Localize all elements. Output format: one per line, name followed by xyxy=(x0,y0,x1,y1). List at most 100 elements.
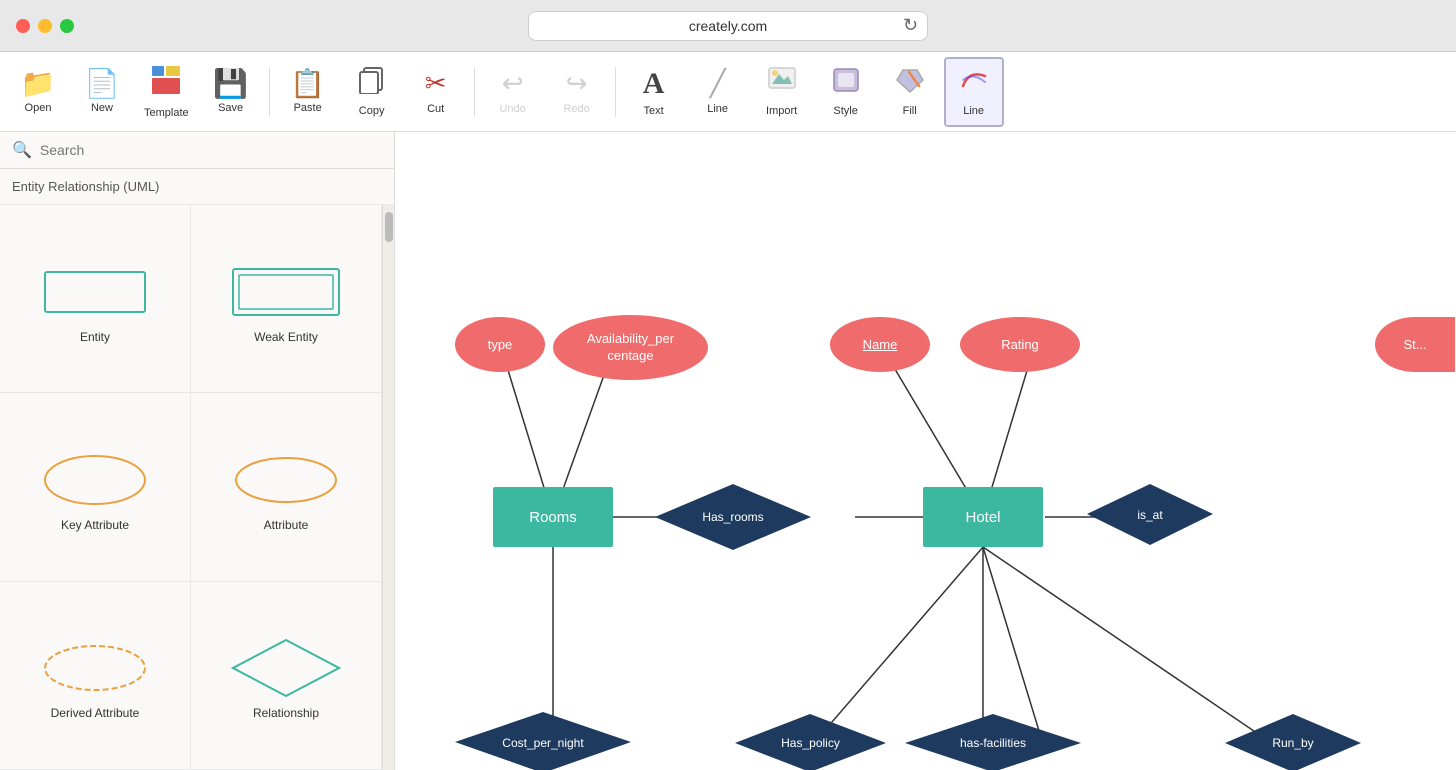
cut-label: Cut xyxy=(427,103,444,115)
main-layout: 🔍 Entity Relationship (UML) Entity xyxy=(0,132,1456,770)
new-button[interactable]: 📄 New xyxy=(72,57,132,127)
titlebar: creately.com ↻ xyxy=(0,0,1456,52)
redo-label: Redo xyxy=(563,103,589,115)
fill-button[interactable]: Fill xyxy=(880,57,940,127)
sidebar-category: Entity Relationship (UML) xyxy=(0,169,394,205)
shape-entity[interactable]: Entity xyxy=(0,205,191,393)
template-button[interactable]: Template xyxy=(136,57,197,127)
line2-button[interactable]: Line xyxy=(944,57,1004,127)
attr-availability-label: Availability_percentage xyxy=(587,331,674,365)
paste-label: Paste xyxy=(294,102,322,114)
new-label: New xyxy=(91,102,113,114)
copy-label: Copy xyxy=(359,105,385,117)
weak-entity-shape-svg xyxy=(231,262,341,322)
divider-2 xyxy=(474,67,475,117)
attr-rating[interactable]: Rating xyxy=(960,317,1080,372)
save-button[interactable]: 💾 Save xyxy=(201,57,261,127)
text-label: Text xyxy=(644,105,664,117)
attr-name[interactable]: Name xyxy=(830,317,930,372)
is-at-label: is_at xyxy=(1137,508,1162,522)
toolbar: 📁 Open 📄 New Template 💾 Save 📋 Paste xyxy=(0,52,1456,132)
canvas-lines xyxy=(395,132,1456,770)
has-facilities-label: has-facilities xyxy=(960,736,1026,750)
shapes-grid: Entity Weak Entity Key Attribute xyxy=(0,205,382,770)
line-label: Line xyxy=(707,103,728,115)
url-bar[interactable]: creately.com xyxy=(528,11,928,41)
cost-label: Cost_per_night xyxy=(502,736,583,750)
template-icon xyxy=(150,64,182,103)
redo-icon: ↪ xyxy=(566,68,588,99)
rel-has-rooms[interactable]: Has_rooms xyxy=(653,482,813,552)
rel-has-policy[interactable]: Has_policy xyxy=(733,712,888,770)
rel-has-facilities[interactable]: has-facilities xyxy=(903,712,1083,770)
attr-type-label: type xyxy=(488,337,513,352)
cut-button[interactable]: ✂ Cut xyxy=(406,57,466,127)
open-icon: 📁 xyxy=(21,70,56,98)
scrollbar[interactable] xyxy=(382,205,394,770)
save-icon: 💾 xyxy=(213,70,248,98)
derived-attr-svg xyxy=(40,638,150,698)
close-button[interactable] xyxy=(16,19,30,33)
redo-button[interactable]: ↪ Redo xyxy=(547,57,607,127)
new-icon: 📄 xyxy=(85,70,120,98)
sidebar: 🔍 Entity Relationship (UML) Entity xyxy=(0,132,395,770)
fill-icon xyxy=(895,66,925,101)
refresh-icon[interactable]: ↻ xyxy=(903,15,1256,36)
entity-shape-svg xyxy=(40,262,150,322)
key-attribute-shape-svg xyxy=(40,450,150,510)
entity-hotel-label: Hotel xyxy=(965,509,1000,526)
shape-key-attribute[interactable]: Key Attribute xyxy=(0,393,191,581)
paste-button[interactable]: 📋 Paste xyxy=(278,57,338,127)
attr-availability[interactable]: Availability_percentage xyxy=(553,315,708,380)
minimize-button[interactable] xyxy=(38,19,52,33)
line-button[interactable]: ╱ Line xyxy=(688,57,748,127)
template-label: Template xyxy=(144,107,189,119)
scrollbar-thumb xyxy=(385,212,393,242)
shape-relationship[interactable]: Relationship xyxy=(191,582,382,770)
style-label: Style xyxy=(833,105,857,117)
search-input[interactable] xyxy=(40,142,382,158)
paste-icon: 📋 xyxy=(290,70,325,98)
entity-label: Entity xyxy=(80,330,110,344)
attr-status[interactable]: St... xyxy=(1375,317,1455,372)
attr-type[interactable]: type xyxy=(455,317,545,372)
style-button[interactable]: Style xyxy=(816,57,876,127)
attribute-label: Attribute xyxy=(264,518,309,532)
entity-rooms[interactable]: Rooms xyxy=(493,487,613,547)
attribute-shape-svg xyxy=(231,450,341,510)
attr-rating-label: Rating xyxy=(1001,337,1039,352)
derived-attribute-label: Derived Attribute xyxy=(51,706,140,720)
import-button[interactable]: Import xyxy=(752,57,812,127)
undo-label: Undo xyxy=(499,103,525,115)
rel-is-at[interactable]: is_at xyxy=(1085,482,1215,547)
canvas[interactable]: type Availability_percentage Name Rating… xyxy=(395,132,1456,770)
fill-label: Fill xyxy=(903,105,917,117)
shape-weak-entity[interactable]: Weak Entity xyxy=(191,205,382,393)
run-by-label: Run_by xyxy=(1272,736,1313,750)
search-icon: 🔍 xyxy=(12,140,32,160)
shape-attribute[interactable]: Attribute xyxy=(191,393,382,581)
attr-status-label: St... xyxy=(1403,337,1426,352)
rel-cost-per-night[interactable]: Cost_per_night xyxy=(453,710,633,770)
rel-run-by[interactable]: Run_by xyxy=(1223,712,1363,770)
entity-hotel[interactable]: Hotel xyxy=(923,487,1043,547)
line-icon: ╱ xyxy=(710,68,726,99)
text-icon: A xyxy=(643,67,665,101)
import-label: Import xyxy=(766,105,797,117)
attr-name-label: Name xyxy=(863,337,898,352)
open-label: Open xyxy=(25,102,52,114)
undo-icon: ↩ xyxy=(502,68,524,99)
text-button[interactable]: A Text xyxy=(624,57,684,127)
open-button[interactable]: 📁 Open xyxy=(8,57,68,127)
relationship-label: Relationship xyxy=(253,706,319,720)
traffic-lights xyxy=(16,19,74,33)
import-icon xyxy=(767,66,797,101)
key-attribute-label: Key Attribute xyxy=(61,518,129,532)
search-bar: 🔍 xyxy=(0,132,394,169)
undo-button[interactable]: ↩ Undo xyxy=(483,57,543,127)
divider-3 xyxy=(615,67,616,117)
shape-derived-attribute[interactable]: Derived Attribute xyxy=(0,582,191,770)
has-policy-label: Has_policy xyxy=(781,736,840,750)
copy-button[interactable]: Copy xyxy=(342,57,402,127)
maximize-button[interactable] xyxy=(60,19,74,33)
